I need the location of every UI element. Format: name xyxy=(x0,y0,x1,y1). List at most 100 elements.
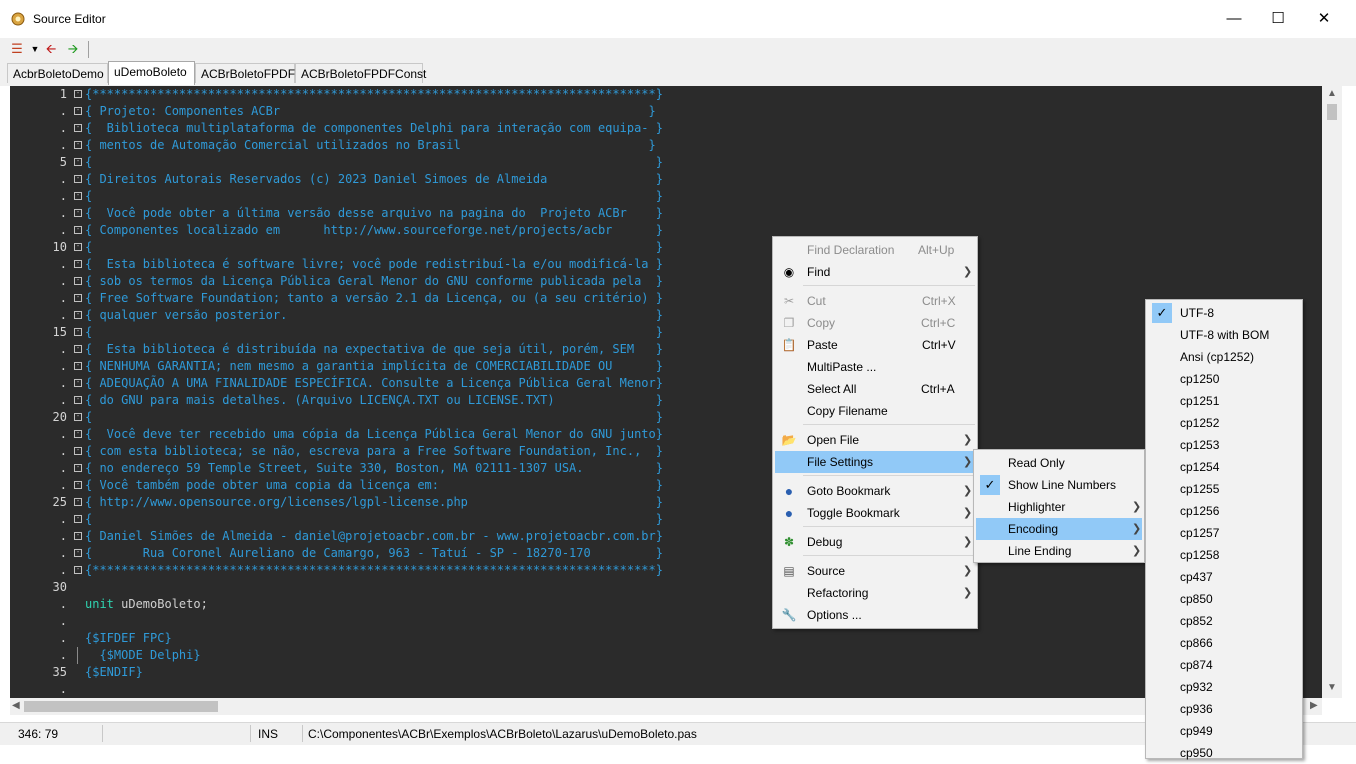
encoding-item[interactable]: cp1252 xyxy=(1148,412,1300,434)
encoding-item[interactable]: cp850 xyxy=(1148,588,1300,610)
forward-arrow-icon[interactable]: 🡪 xyxy=(65,41,81,57)
vertical-scroll-thumb[interactable] xyxy=(1327,104,1337,120)
fold-toggle-icon[interactable]: - xyxy=(74,566,82,574)
scroll-right-icon[interactable]: ▶ xyxy=(1310,700,1318,711)
vertical-scrollbar[interactable]: ▲ ▼ xyxy=(1322,86,1342,698)
encoding-item[interactable]: cp874 xyxy=(1148,654,1300,676)
encoding-item[interactable]: cp949 xyxy=(1148,720,1300,742)
fold-toggle-icon[interactable]: - xyxy=(74,481,82,489)
tab-acbrboletofpdf[interactable]: ACBrBoletoFPDF xyxy=(195,63,295,83)
fold-toggle-icon[interactable]: - xyxy=(74,430,82,438)
fold-toggle-icon[interactable]: - xyxy=(74,328,82,336)
fold-toggle-icon[interactable]: - xyxy=(74,549,82,557)
fold-toggle-icon[interactable]: - xyxy=(74,260,82,268)
encoding-item[interactable]: cp866 xyxy=(1148,632,1300,654)
tab-acbrboletofpdfconst[interactable]: ACBrBoletoFPDFConst xyxy=(295,63,426,83)
encoding-item[interactable]: UTF-8 with BOM xyxy=(1148,324,1300,346)
fold-toggle-icon[interactable]: - xyxy=(74,362,82,370)
scroll-up-icon[interactable]: ▲ xyxy=(1327,88,1337,99)
chevron-right-icon: ❯ xyxy=(963,485,973,497)
scroll-down-icon[interactable]: ▼ xyxy=(1327,682,1337,693)
fold-toggle-icon[interactable]: - xyxy=(74,294,82,302)
fold-toggle-icon[interactable]: - xyxy=(74,158,82,166)
encoding-item[interactable]: Ansi (cp1252) xyxy=(1148,346,1300,368)
encoding-item[interactable]: cp936 xyxy=(1148,698,1300,720)
encoding-item[interactable]: cp1253 xyxy=(1148,434,1300,456)
fold-toggle-icon[interactable]: - xyxy=(74,90,82,98)
code-line: { Você pode obter a última versão desse … xyxy=(85,206,663,220)
fold-toggle-icon[interactable]: - xyxy=(74,498,82,506)
encoding-item[interactable]: cp1254 xyxy=(1148,456,1300,478)
menu-open-file[interactable]: 📂 Open File ❯ xyxy=(775,429,975,451)
line-number: . xyxy=(59,614,67,628)
encoding-item[interactable]: cp1250 xyxy=(1148,368,1300,390)
tab-acbrboletodemo[interactable]: AcbrBoletoDemo xyxy=(7,63,108,83)
encoding-item[interactable]: cp1258 xyxy=(1148,544,1300,566)
fold-toggle-icon[interactable]: - xyxy=(74,141,82,149)
menu-paste[interactable]: 📋 Paste Ctrl+V xyxy=(775,334,975,356)
menu-file-settings[interactable]: File Settings ❯ xyxy=(775,451,975,473)
encoding-item[interactable]: cp1256 xyxy=(1148,500,1300,522)
fold-toggle-icon[interactable]: - xyxy=(74,413,82,421)
chevron-right-icon: ❯ xyxy=(1132,501,1142,513)
horizontal-scrollbar[interactable]: ◀ ▶ xyxy=(10,698,1322,715)
keyword-unit: unit xyxy=(85,597,114,611)
horizontal-scroll-thumb[interactable] xyxy=(24,701,218,712)
menu-find-declaration[interactable]: Find Declaration Alt+Up xyxy=(775,239,975,261)
fold-toggle-icon[interactable]: - xyxy=(74,532,82,540)
menu-highlighter[interactable]: Highlighter ❯ xyxy=(976,496,1142,518)
menu-goto-bookmark[interactable]: ● Goto Bookmark ❯ xyxy=(775,480,975,502)
encoding-item[interactable]: cp1257 xyxy=(1148,522,1300,544)
menu-debug[interactable]: ✽ Debug ❯ xyxy=(775,531,975,553)
menu-cut[interactable]: ✂ Cut Ctrl+X xyxy=(775,290,975,312)
fold-toggle-icon[interactable]: - xyxy=(74,277,82,285)
fold-toggle-icon[interactable]: - xyxy=(74,192,82,200)
encoding-item[interactable]: cp437 xyxy=(1148,566,1300,588)
menu-line-ending[interactable]: Line Ending ❯ xyxy=(976,540,1142,562)
menu-encoding[interactable]: Encoding ❯ xyxy=(976,518,1142,540)
line-number: . xyxy=(59,427,67,441)
encoding-item[interactable]: cp950 xyxy=(1148,742,1300,764)
fold-toggle-icon[interactable]: - xyxy=(74,447,82,455)
scroll-left-icon[interactable]: ◀ xyxy=(12,700,20,711)
menu-show-line-numbers[interactable]: ✓ Show Line Numbers xyxy=(976,474,1142,496)
fold-toggle-icon[interactable]: - xyxy=(74,226,82,234)
menu-copy[interactable]: ❐ Copy Ctrl+C xyxy=(775,312,975,334)
encoding-item[interactable]: ✓ UTF-8 xyxy=(1148,302,1300,324)
title-bar: Source Editor — ☐ ✕ xyxy=(0,0,1356,38)
fold-toggle-icon[interactable]: - xyxy=(74,175,82,183)
encoding-item[interactable]: cp1251 xyxy=(1148,390,1300,412)
insert-mode: INS xyxy=(258,727,279,741)
fold-toggle-icon[interactable]: - xyxy=(74,464,82,472)
maximize-button[interactable]: ☐ xyxy=(1255,5,1301,33)
fold-toggle-icon[interactable]: - xyxy=(74,107,82,115)
close-button[interactable]: ✕ xyxy=(1301,5,1347,33)
fold-toggle-icon[interactable]: - xyxy=(74,209,82,217)
fold-toggle-icon[interactable]: - xyxy=(74,311,82,319)
fold-toggle-icon[interactable]: - xyxy=(74,396,82,404)
code-editor[interactable]: 1... 5.... 10.... 15.... 20.... 25.... 30.... 3… xyxy=(10,86,1342,698)
fold-toggle-icon[interactable]: - xyxy=(74,345,82,353)
menu-find[interactable]: ◉ Find ❯ xyxy=(775,261,975,283)
encoding-item[interactable]: cp1255 xyxy=(1148,478,1300,500)
encoding-item[interactable]: cp852 xyxy=(1148,610,1300,632)
fold-toggle-icon[interactable]: - xyxy=(74,515,82,523)
fold-toggle-icon[interactable]: - xyxy=(74,124,82,132)
menu-toggle-bookmark[interactable]: ● Toggle Bookmark ❯ xyxy=(775,502,975,524)
menu-refactoring[interactable]: Refactoring ❯ xyxy=(775,582,975,604)
menu-source[interactable]: ▤ Source ❯ xyxy=(775,560,975,582)
menu-select-all[interactable]: Select All Ctrl+A xyxy=(775,378,975,400)
back-arrow-icon[interactable]: 🡨 xyxy=(43,41,59,57)
encoding-item[interactable]: cp932 xyxy=(1148,676,1300,698)
menu-multipaste[interactable]: MultiPaste ... xyxy=(775,356,975,378)
menu-options[interactable]: 🔧 Options ... xyxy=(775,604,975,626)
fold-toggle-icon[interactable]: - xyxy=(74,243,82,251)
tab-udemoboleto[interactable]: uDemoBoleto xyxy=(108,61,195,85)
menu-copy-filename[interactable]: Copy Filename xyxy=(775,400,975,422)
jump-history-icon[interactable]: ☰ xyxy=(9,41,25,57)
code-line: { ADEQUAÇÃO A UMA FINALIDADE ESPECÍFICA.… xyxy=(85,376,663,390)
menu-read-only[interactable]: Read Only xyxy=(976,452,1142,474)
chevron-down-icon[interactable]: ▼ xyxy=(27,41,43,57)
minimize-button[interactable]: — xyxy=(1211,5,1257,33)
fold-toggle-icon[interactable]: - xyxy=(74,379,82,387)
